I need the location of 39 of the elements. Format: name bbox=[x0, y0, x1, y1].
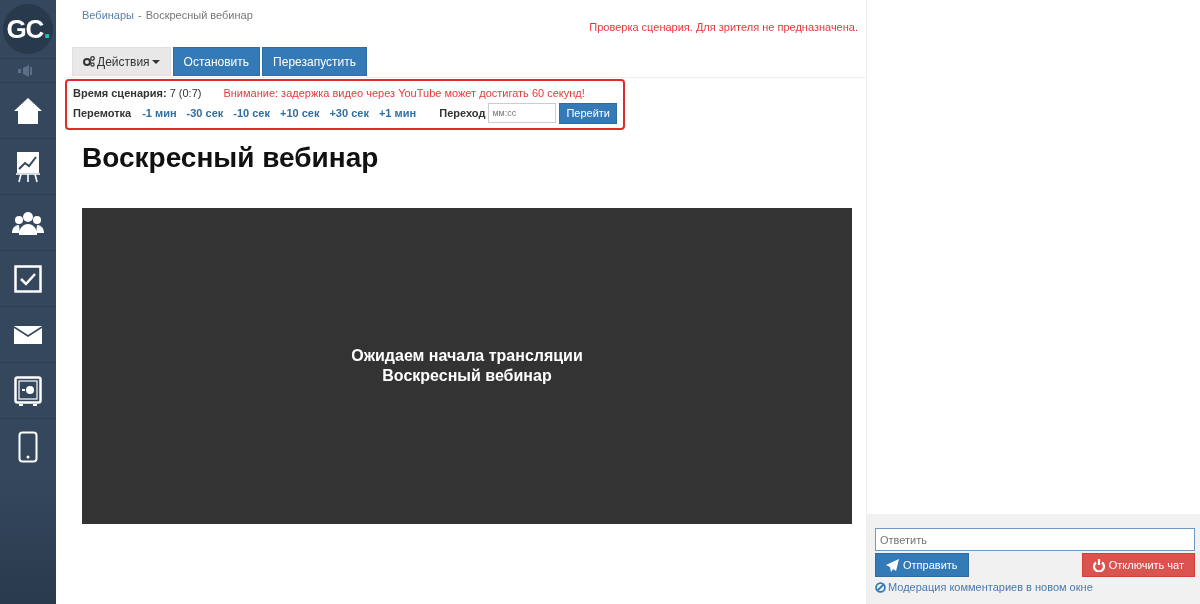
phone-icon[interactable] bbox=[18, 430, 38, 463]
caret-icon bbox=[151, 59, 160, 64]
ban-icon bbox=[875, 581, 886, 593]
page-title: Воскресный вебинар bbox=[82, 142, 380, 175]
rewind-link[interactable]: +10 сек bbox=[279, 107, 320, 119]
moderation-link[interactable]: Модерация комментариев в новом окне bbox=[875, 581, 1195, 593]
breadcrumb-separator: - bbox=[138, 9, 142, 23]
rewind-link[interactable]: +30 сек bbox=[329, 107, 369, 119]
breadcrumb-link[interactable]: Вебинары bbox=[82, 9, 134, 47]
goto-button[interactable]: Перейти bbox=[559, 102, 617, 124]
rewind-label: Перемотка bbox=[73, 107, 132, 119]
checkbox-icon[interactable] bbox=[14, 264, 42, 293]
house-icon[interactable] bbox=[13, 95, 43, 126]
disable-chat-button[interactable]: Отключить чат bbox=[1081, 553, 1195, 577]
video-status-text: Ожидаем начала трансляции bbox=[351, 346, 583, 366]
video-status-text: Воскресный вебинар bbox=[381, 366, 553, 386]
rewind-link[interactable]: +1 мин bbox=[378, 107, 417, 119]
toolbar-button[interactable]: Перезапустить bbox=[262, 47, 367, 76]
notice-text: Проверка сценария. Для зрителя не предназначена. bbox=[589, 21, 858, 35]
time-input-field[interactable]: мм:сс bbox=[488, 103, 557, 123]
mail-icon[interactable] bbox=[14, 325, 42, 344]
scenario-time: Время сценария: 7 (0:7) bbox=[73, 87, 202, 99]
reply-input-field[interactable]: Ответить bbox=[875, 528, 1195, 551]
paper-plane-icon bbox=[886, 558, 899, 572]
rewind-link[interactable]: -1 мин bbox=[142, 107, 177, 119]
actions-dropdown[interactable]: Действия bbox=[72, 47, 171, 76]
rewind-link[interactable]: -10 сек bbox=[233, 107, 270, 119]
logo[interactable]: GC. bbox=[3, 4, 53, 54]
power-icon bbox=[1092, 558, 1105, 572]
gears-icon bbox=[83, 56, 95, 67]
chart-board-icon[interactable] bbox=[15, 150, 41, 183]
rewind-link[interactable]: -30 сек bbox=[186, 107, 224, 119]
breadcrumb-current: Воскресный вебинар bbox=[145, 9, 253, 23]
send-button[interactable]: Отправить bbox=[875, 553, 969, 577]
goto-label: Переход bbox=[439, 107, 486, 119]
toolbar-button[interactable]: Остановить bbox=[172, 47, 261, 76]
warning-text: Внимание: задержка видео через YouTube может достигать 60 секунд! bbox=[223, 87, 585, 99]
users-icon[interactable] bbox=[12, 210, 44, 235]
safe-icon[interactable] bbox=[14, 375, 42, 406]
